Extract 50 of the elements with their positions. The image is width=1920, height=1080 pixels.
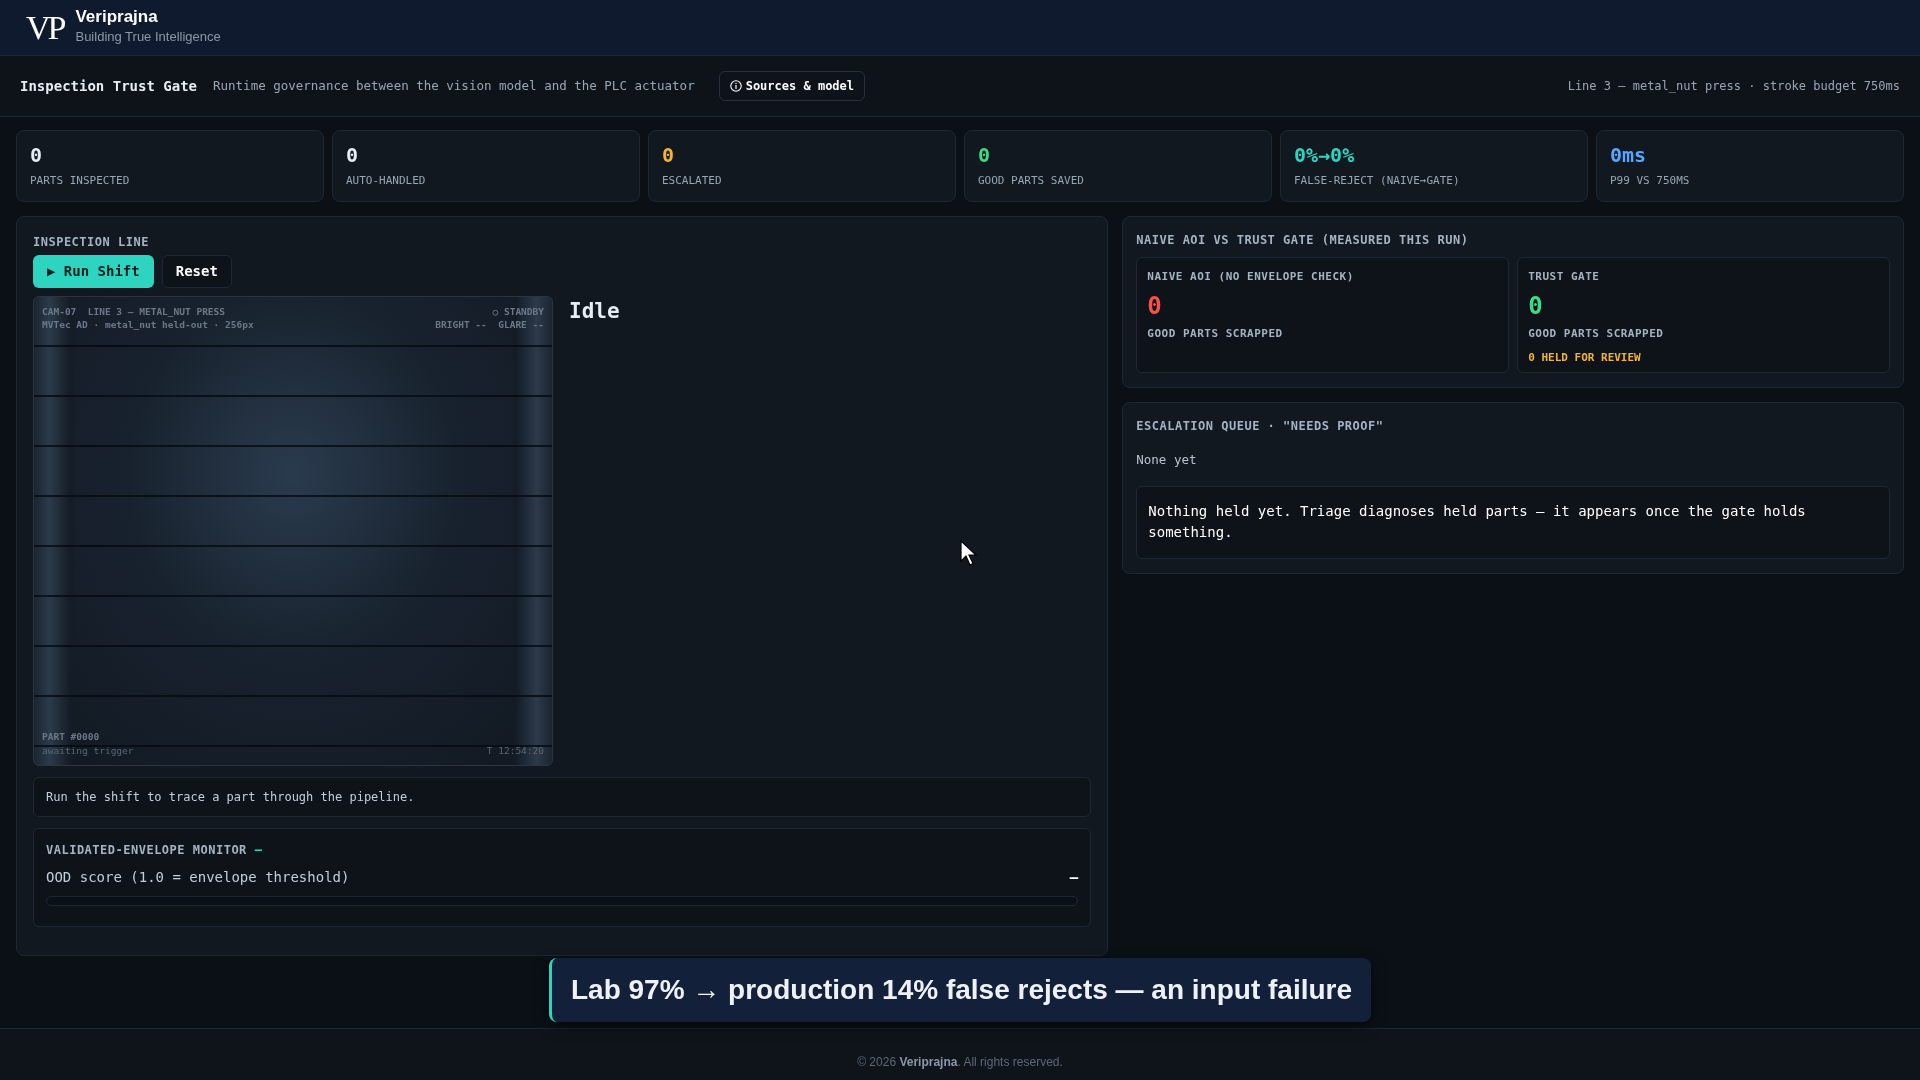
sources-button[interactable]: Sources & model xyxy=(718,71,866,101)
stat-value: 0%→0% xyxy=(1294,145,1356,165)
comparison-card-title: NAIVE AOI (NO ENVELOPE CHECK) xyxy=(1147,269,1355,285)
escalation-title: ESCALATION QUEUE · "NEEDS PROOF" xyxy=(1136,418,1385,435)
stat-value: 0 xyxy=(662,145,676,165)
line-context: Line 3 — metal_nut press · stroke budget 750ms xyxy=(1567,78,1900,95)
part-state: awaiting trigger xyxy=(42,743,134,757)
stat-label: GOOD PARTS SAVED xyxy=(978,173,1085,189)
camera-timestamp: T 12:54:20 xyxy=(486,743,544,757)
comparison-card-title: TRUST GATE xyxy=(1528,269,1601,285)
page-subtitle: Runtime governance between the vision model and the PLC actuator xyxy=(213,76,695,95)
footer-text: © 2026 Veriprajna. All rights reserved. xyxy=(857,1054,1063,1071)
section-heading: INSPECTION LINE xyxy=(33,234,150,251)
camera-status: ○ STANDBY xyxy=(492,305,544,319)
monitor-status: – xyxy=(254,842,263,859)
queue-status: None yet xyxy=(1136,451,1198,469)
scrapped-count: 0 xyxy=(1528,293,1544,318)
ood-score-label: OOD score (1.0 = envelope threshold) xyxy=(46,868,350,887)
scrapped-count: 0 xyxy=(1147,293,1163,318)
camera-id: CAM-07 LINE 3 — METAL_NUT PRESS xyxy=(42,305,227,319)
camera-readouts: BRIGHT -- GLARE -- xyxy=(435,318,544,332)
stat-label: PARTS INSPECTED xyxy=(30,173,131,189)
monitor-title: VALIDATED-ENVELOPE MONITOR xyxy=(46,842,247,859)
stat-value: 0ms xyxy=(1610,145,1648,165)
ood-score-reading: – xyxy=(1069,868,1079,887)
scrapped-label: GOOD PARTS SCRAPPED xyxy=(1528,325,1665,342)
mouse-pointer-icon xyxy=(960,540,978,566)
stat-label: P99 VS 750MS xyxy=(1610,173,1691,189)
brand-name: Veriprajna xyxy=(75,8,159,28)
run-shift-button[interactable]: ▶ Run Shift xyxy=(33,255,154,288)
logo: VP xyxy=(26,10,65,45)
comparison-title: NAIVE AOI VS TRUST GATE (MEASURED THIS RUN) xyxy=(1136,232,1470,249)
stat-label: AUTO-HANDLED xyxy=(346,173,427,189)
scrapped-label: GOOD PARTS SCRAPPED xyxy=(1147,325,1284,342)
triage-message: Nothing held yet. Triage diagnoses held parts — it appears once the gate holds something. xyxy=(1136,485,1890,560)
trace-hint: Run the shift to trace a part through the pipeline. xyxy=(33,777,1092,817)
held-note: 0 HELD FOR REVIEW xyxy=(1528,350,1642,366)
reset-button[interactable]: Reset xyxy=(161,255,232,288)
stat-label: ESCALATED xyxy=(662,173,723,189)
line-state: Idle xyxy=(569,298,620,325)
brand-tagline: Building True Intelligence xyxy=(75,28,221,47)
stat-value: 0 xyxy=(30,145,44,165)
camera-source: MVTec AD · metal_nut held-out · 256px xyxy=(42,318,254,332)
stat-label: FALSE-REJECT (NAIVE→GATE) xyxy=(1294,173,1461,189)
caption-banner: Lab 97% → production 14% false rejects — an input failure xyxy=(549,958,1371,1022)
info-icon xyxy=(729,80,742,92)
part-number: PART #0000 xyxy=(42,730,101,744)
stat-value: 0 xyxy=(346,145,360,165)
stat-value: 0 xyxy=(978,145,992,165)
page-title: Inspection Trust Gate xyxy=(20,76,197,96)
